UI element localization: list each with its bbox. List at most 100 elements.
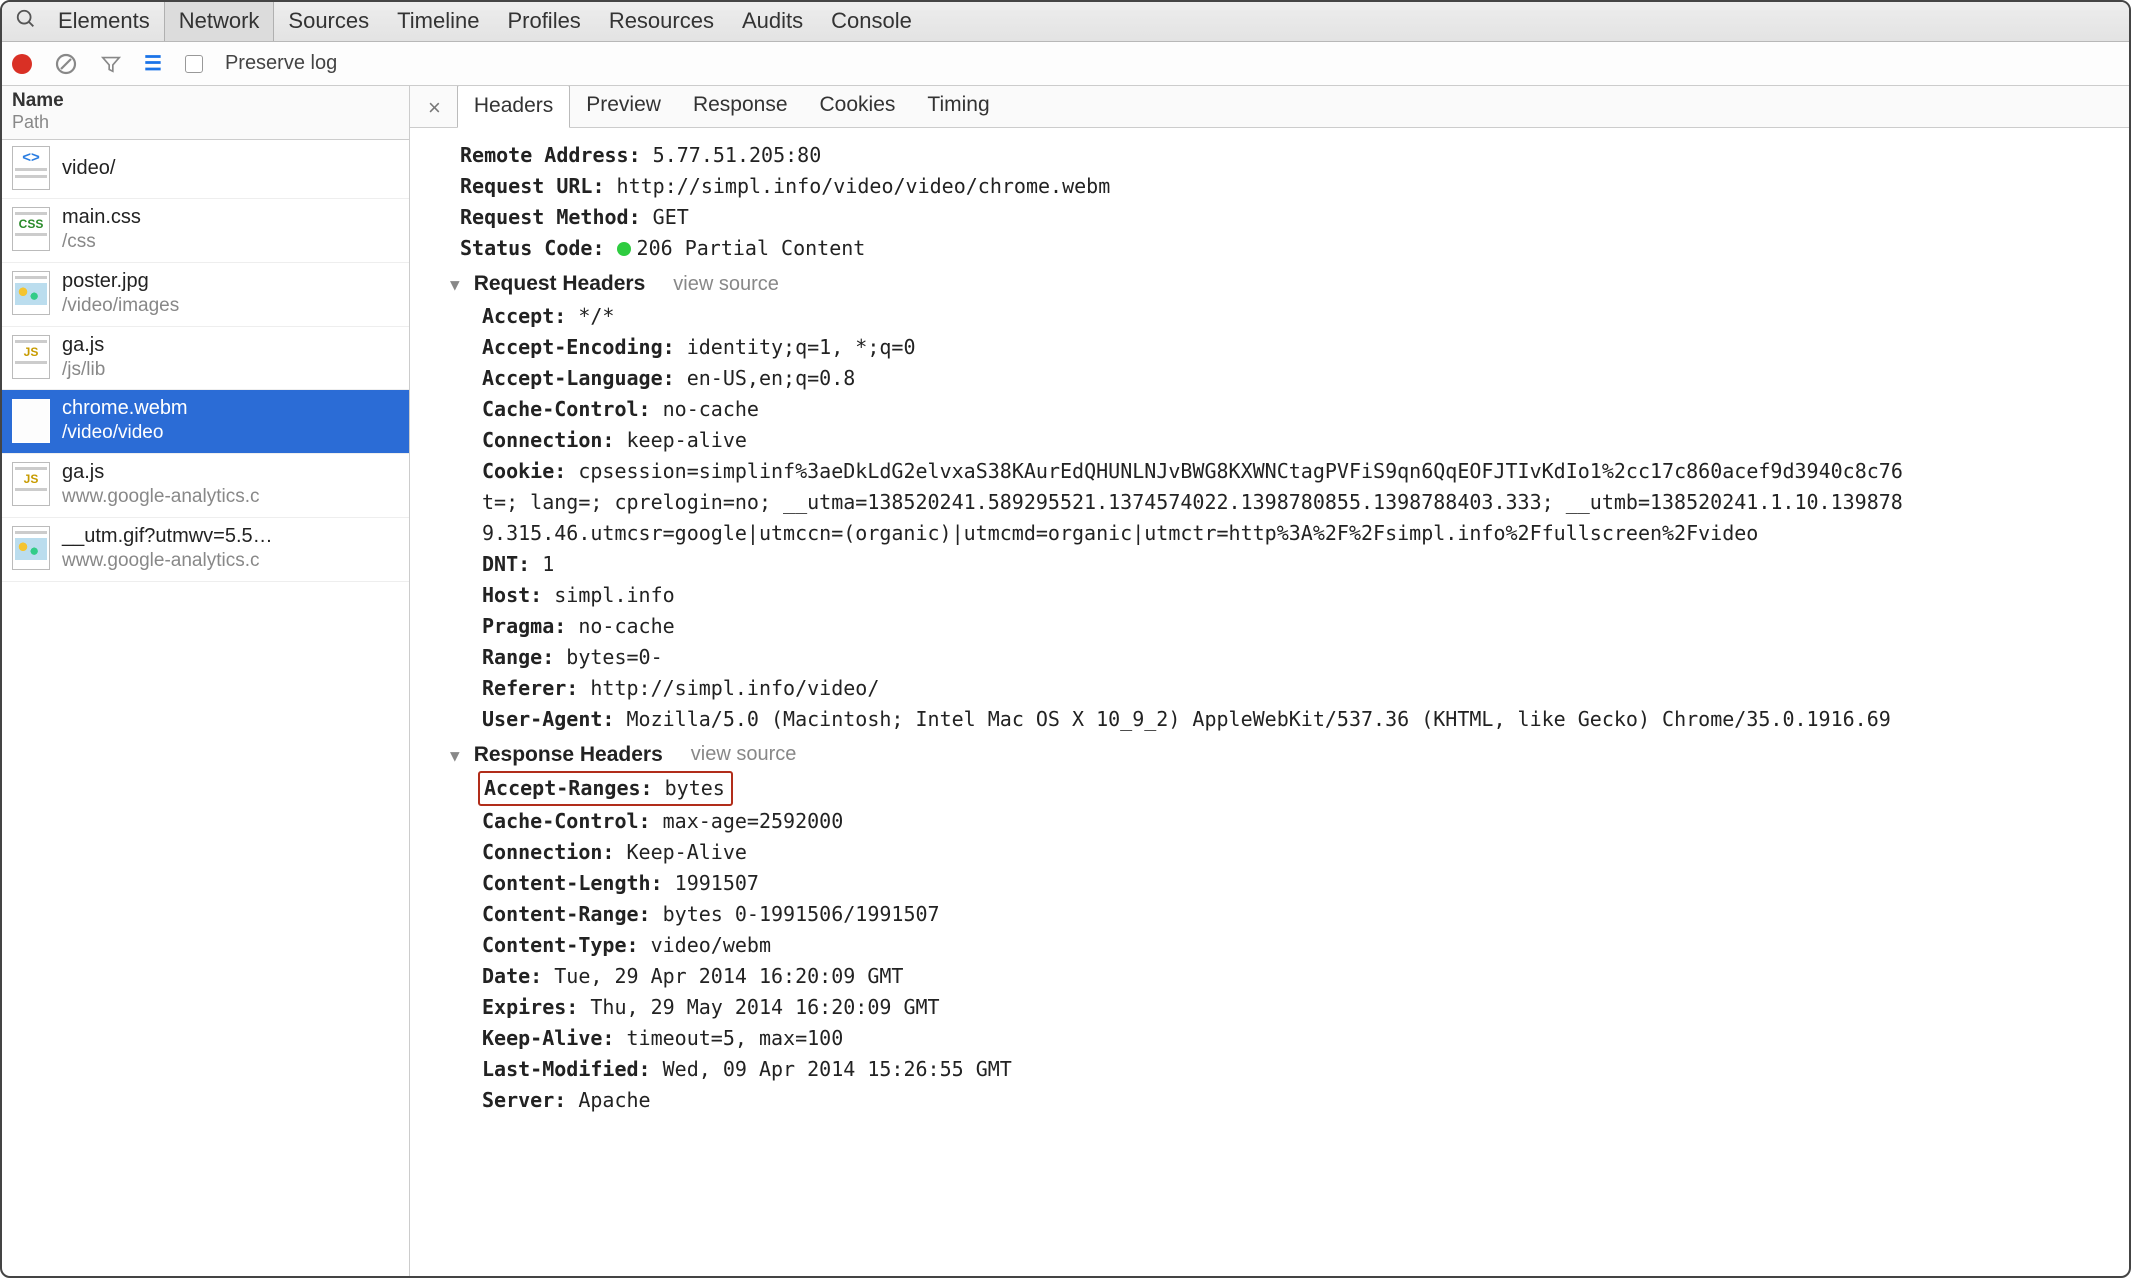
- request-method-value: GET: [653, 205, 689, 229]
- header-value: */*: [578, 304, 614, 328]
- request-name: poster.jpg: [62, 269, 179, 294]
- header-key: Keep-Alive:: [482, 1026, 614, 1050]
- request-path: /js/lib: [62, 358, 105, 382]
- tab-resources[interactable]: Resources: [595, 2, 728, 41]
- file-icon: [12, 526, 50, 570]
- header-value: 1991507: [675, 871, 759, 895]
- tab-profiles[interactable]: Profiles: [493, 2, 594, 41]
- header-key: DNT:: [482, 552, 530, 576]
- header-key: Range:: [482, 645, 554, 669]
- response-header-row: Server: Apache: [472, 1085, 2129, 1116]
- header-value: Keep-Alive: [627, 840, 747, 864]
- request-list-header: Name Path: [2, 86, 409, 140]
- view-source-link[interactable]: view source: [691, 739, 797, 770]
- request-name: chrome.webm: [62, 396, 188, 421]
- details-tab-timing[interactable]: Timing: [911, 86, 1005, 127]
- response-headers-section[interactable]: ▼ Response Headers view source: [450, 739, 2129, 772]
- header-key: Referer:: [482, 676, 578, 700]
- close-icon[interactable]: ×: [418, 95, 457, 127]
- details-tab-headers[interactable]: Headers: [457, 86, 570, 128]
- filter-icon[interactable]: [100, 53, 122, 75]
- network-toolbar: ☰ Preserve log: [2, 42, 2129, 86]
- request-path: www.google-analytics.c: [62, 549, 273, 573]
- header-value: http://simpl.info/video/: [590, 676, 879, 700]
- tab-network[interactable]: Network: [164, 2, 275, 41]
- devtools-window: ElementsNetworkSourcesTimelineProfilesRe…: [0, 0, 2131, 1278]
- tab-sources[interactable]: Sources: [274, 2, 383, 41]
- response-header-row: Content-Range: bytes 0-1991506/1991507: [472, 899, 2129, 930]
- remote-address-label: Remote Address:: [460, 143, 641, 167]
- chevron-down-icon: ▼: [450, 746, 460, 765]
- request-header-row: User-Agent: Mozilla/5.0 (Macintosh; Inte…: [472, 704, 2129, 735]
- request-row[interactable]: __utm.gif?utmwv=5.5…www.google-analytics…: [2, 518, 409, 582]
- header-key: Connection:: [482, 840, 614, 864]
- header-key: Content-Range:: [482, 902, 651, 926]
- details-tab-cookies[interactable]: Cookies: [804, 86, 912, 127]
- header-key: Date:: [482, 964, 542, 988]
- header-value: cpsession=simplinf%3aeDkLdG2elvxaS38KAur…: [578, 459, 1903, 483]
- request-name: video/: [62, 156, 115, 181]
- request-row[interactable]: CSSmain.css/css: [2, 199, 409, 263]
- header-value: video/webm: [651, 933, 771, 957]
- request-path: /video/video: [62, 421, 188, 445]
- header-value: bytes 0-1991506/1991507: [663, 902, 940, 926]
- request-header-row: Range: bytes=0-: [472, 642, 2129, 673]
- response-header-row: Date: Tue, 29 Apr 2014 16:20:09 GMT: [472, 961, 2129, 992]
- view-list-icon[interactable]: ☰: [144, 51, 163, 76]
- header-value: no-cache: [578, 614, 674, 638]
- response-header-row: Last-Modified: Wed, 09 Apr 2014 15:26:55…: [472, 1054, 2129, 1085]
- header-value: Wed, 09 Apr 2014 15:26:55 GMT: [663, 1057, 1012, 1081]
- header-key: Cache-Control:: [482, 809, 651, 833]
- header-key: Content-Length:: [482, 871, 663, 895]
- preserve-log-checkbox[interactable]: [185, 55, 203, 73]
- clear-icon[interactable]: [54, 52, 78, 76]
- header-value: Tue, 29 Apr 2014 16:20:09 GMT: [554, 964, 903, 988]
- request-method-label: Request Method:: [460, 205, 641, 229]
- header-key: Host:: [482, 583, 542, 607]
- header-value: bytes=0-: [566, 645, 662, 669]
- request-header-row: Accept: */*: [472, 301, 2129, 332]
- request-path: /css: [62, 230, 141, 254]
- request-header-row: DNT: 1: [472, 549, 2129, 580]
- request-url-value: http://simpl.info/video/video/chrome.web…: [617, 174, 1111, 198]
- response-header-row: Connection: Keep-Alive: [472, 837, 2129, 868]
- request-header-row: Accept-Encoding: identity;q=1, *;q=0: [472, 332, 2129, 363]
- details-tabbar: × HeadersPreviewResponseCookiesTiming: [410, 86, 2129, 128]
- request-row[interactable]: poster.jpg/video/images: [2, 263, 409, 327]
- tab-elements[interactable]: Elements: [44, 2, 164, 41]
- file-icon: [12, 271, 50, 315]
- request-row[interactable]: JSga.js/js/lib: [2, 327, 409, 391]
- response-header-row: Content-Length: 1991507: [472, 868, 2129, 899]
- request-row[interactable]: <>video/: [2, 140, 409, 199]
- tab-console[interactable]: Console: [817, 2, 926, 41]
- request-row[interactable]: chrome.webm/video/video: [2, 390, 409, 454]
- preserve-log-label: Preserve log: [225, 52, 337, 75]
- view-source-link[interactable]: view source: [673, 269, 779, 300]
- file-icon: [12, 399, 50, 443]
- request-url-label: Request URL:: [460, 174, 605, 198]
- tab-audits[interactable]: Audits: [728, 2, 817, 41]
- tab-timeline[interactable]: Timeline: [383, 2, 493, 41]
- response-header-row: Content-Type: video/webm: [472, 930, 2129, 961]
- request-row[interactable]: JSga.jswww.google-analytics.c: [2, 454, 409, 518]
- request-header-row: Connection: keep-alive: [472, 425, 2129, 456]
- header-key: Connection:: [482, 428, 614, 452]
- header-key: Accept:: [482, 304, 566, 328]
- header-value: 1: [542, 552, 554, 576]
- header-value: Mozilla/5.0 (Macintosh; Intel Mac OS X 1…: [627, 707, 1891, 731]
- request-header-row: t=; lang=; cprelogin=no; __utma=13852024…: [472, 487, 2129, 518]
- header-key: Accept-Encoding:: [482, 335, 675, 359]
- file-icon: JS: [12, 462, 50, 506]
- details-tab-response[interactable]: Response: [677, 86, 804, 127]
- record-icon[interactable]: [12, 54, 32, 74]
- file-icon: JS: [12, 335, 50, 379]
- request-name: __utm.gif?utmwv=5.5…: [62, 524, 273, 549]
- column-name[interactable]: Name: [12, 90, 399, 112]
- request-headers-section[interactable]: ▼ Request Headers view source: [450, 268, 2129, 301]
- details-tab-preview[interactable]: Preview: [570, 86, 677, 127]
- request-header-row: Host: simpl.info: [472, 580, 2129, 611]
- header-key: Content-Type:: [482, 933, 639, 957]
- header-key: Pragma:: [482, 614, 566, 638]
- search-icon[interactable]: [8, 8, 44, 36]
- header-key: Accept-Language:: [482, 366, 675, 390]
